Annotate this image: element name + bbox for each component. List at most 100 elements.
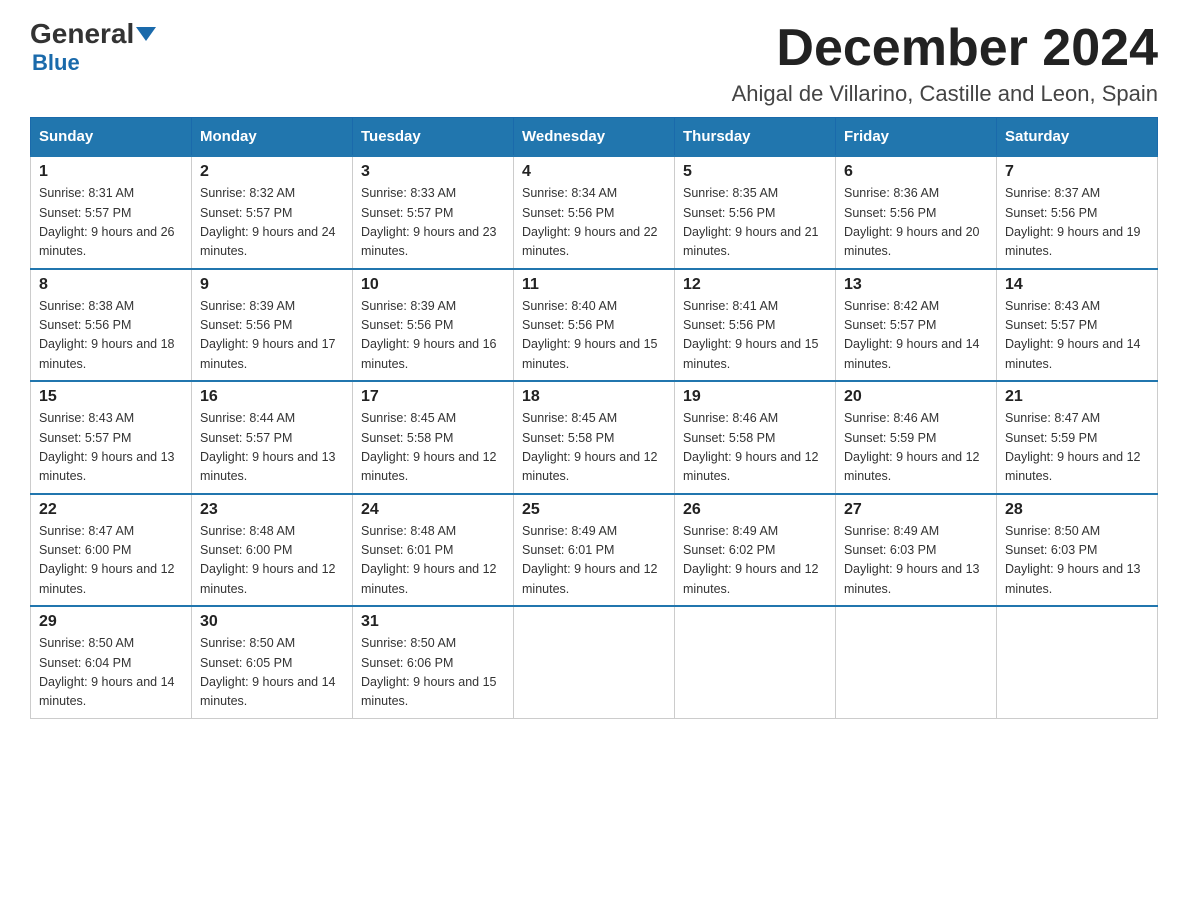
day-number: 6 xyxy=(844,163,988,181)
title-area: December 2024 Ahigal de Villarino, Casti… xyxy=(732,20,1158,107)
calendar-day-cell: 9 Sunrise: 8:39 AMSunset: 5:56 PMDaylight… xyxy=(192,269,353,382)
day-number: 2 xyxy=(200,163,344,181)
calendar-day-cell: 24Sunrise: 8:48 AMSunset: 6:01 PMDayligh… xyxy=(353,494,514,607)
weekday-header-monday: Monday xyxy=(192,118,353,157)
day-info: Sunrise: 8:50 AMSunset: 6:04 PMDaylight:… xyxy=(39,634,183,712)
day-number: 17 xyxy=(361,388,505,406)
calendar-day-cell: 8Sunrise: 8:38 AMSunset: 5:56 PMDaylight… xyxy=(31,269,192,382)
calendar-day-cell xyxy=(836,606,997,718)
day-info: Sunrise: 8:46 AMSunset: 5:58 PMDaylight:… xyxy=(683,409,827,487)
day-info: Sunrise: 8:47 AMSunset: 5:59 PMDaylight:… xyxy=(1005,409,1149,487)
day-info: Sunrise: 8:49 AMSunset: 6:02 PMDaylight:… xyxy=(683,522,827,600)
day-info: Sunrise: 8:43 AMSunset: 5:57 PMDaylight:… xyxy=(39,409,183,487)
calendar-day-cell: 4 Sunrise: 8:34 AMSunset: 5:56 PMDaylight… xyxy=(514,156,675,269)
day-number: 26 xyxy=(683,501,827,519)
calendar-day-cell: 22 Sunrise: 8:47 AMSunset: 6:00 PMDayligh… xyxy=(31,494,192,607)
day-number: 31 xyxy=(361,613,505,631)
day-info: Sunrise: 8:50 AMSunset: 6:05 PMDaylight:… xyxy=(200,634,344,712)
calendar-day-cell: 21 Sunrise: 8:47 AMSunset: 5:59 PMDayligh… xyxy=(997,381,1158,494)
calendar-week-row: 1Sunrise: 8:31 AMSunset: 5:57 PMDaylight… xyxy=(31,156,1158,269)
day-info: Sunrise: 8:44 AMSunset: 5:57 PMDaylight:… xyxy=(200,409,344,487)
day-info: Sunrise: 8:50 AMSunset: 6:06 PMDaylight:… xyxy=(361,634,505,712)
day-info: Sunrise: 8:49 AMSunset: 6:03 PMDaylight:… xyxy=(844,522,988,600)
day-info: Sunrise: 8:36 AMSunset: 5:56 PMDaylight:… xyxy=(844,184,988,262)
day-number: 11 xyxy=(522,276,666,294)
weekday-header-sunday: Sunday xyxy=(31,118,192,157)
day-number: 3 xyxy=(361,163,505,181)
calendar-day-cell: 19 Sunrise: 8:46 AMSunset: 5:58 PMDayligh… xyxy=(675,381,836,494)
day-number: 21 xyxy=(1005,388,1149,406)
calendar-week-row: 8Sunrise: 8:38 AMSunset: 5:56 PMDaylight… xyxy=(31,269,1158,382)
calendar-day-cell xyxy=(997,606,1158,718)
day-number: 22 xyxy=(39,501,183,519)
day-info: Sunrise: 8:37 AMSunset: 5:56 PMDaylight:… xyxy=(1005,184,1149,262)
logo-triangle-icon xyxy=(136,27,156,41)
calendar-table: SundayMondayTuesdayWednesdayThursdayFrid… xyxy=(30,117,1158,719)
day-info: Sunrise: 8:39 AMSunset: 5:56 PMDaylight:… xyxy=(200,297,344,375)
calendar-day-cell: 25Sunrise: 8:49 AMSunset: 6:01 PMDayligh… xyxy=(514,494,675,607)
calendar-day-cell: 7 Sunrise: 8:37 AMSunset: 5:56 PMDaylight… xyxy=(997,156,1158,269)
weekday-header-saturday: Saturday xyxy=(997,118,1158,157)
day-number: 8 xyxy=(39,276,183,294)
weekday-header-row: SundayMondayTuesdayWednesdayThursdayFrid… xyxy=(31,118,1158,157)
weekday-header-thursday: Thursday xyxy=(675,118,836,157)
calendar-day-cell: 18Sunrise: 8:45 AMSunset: 5:58 PMDayligh… xyxy=(514,381,675,494)
calendar-day-cell: 28 Sunrise: 8:50 AMSunset: 6:03 PMDayligh… xyxy=(997,494,1158,607)
day-info: Sunrise: 8:50 AMSunset: 6:03 PMDaylight:… xyxy=(1005,522,1149,600)
day-number: 12 xyxy=(683,276,827,294)
day-info: Sunrise: 8:43 AMSunset: 5:57 PMDaylight:… xyxy=(1005,297,1149,375)
weekday-header-wednesday: Wednesday xyxy=(514,118,675,157)
day-info: Sunrise: 8:45 AMSunset: 5:58 PMDaylight:… xyxy=(361,409,505,487)
day-info: Sunrise: 8:34 AMSunset: 5:56 PMDaylight:… xyxy=(522,184,666,262)
calendar-week-row: 22 Sunrise: 8:47 AMSunset: 6:00 PMDayligh… xyxy=(31,494,1158,607)
day-info: Sunrise: 8:42 AMSunset: 5:57 PMDaylight:… xyxy=(844,297,988,375)
day-info: Sunrise: 8:41 AMSunset: 5:56 PMDaylight:… xyxy=(683,297,827,375)
day-info: Sunrise: 8:33 AMSunset: 5:57 PMDaylight:… xyxy=(361,184,505,262)
day-number: 19 xyxy=(683,388,827,406)
day-number: 1 xyxy=(39,163,183,181)
calendar-week-row: 15 Sunrise: 8:43 AMSunset: 5:57 PMDayligh… xyxy=(31,381,1158,494)
logo: General Blue xyxy=(30,20,156,76)
calendar-day-cell: 26 Sunrise: 8:49 AMSunset: 6:02 PMDayligh… xyxy=(675,494,836,607)
calendar-day-cell: 15 Sunrise: 8:43 AMSunset: 5:57 PMDayligh… xyxy=(31,381,192,494)
calendar-day-cell: 3 Sunrise: 8:33 AMSunset: 5:57 PMDaylight… xyxy=(353,156,514,269)
location-title: Ahigal de Villarino, Castille and Leon, … xyxy=(732,81,1158,107)
page-header: General Blue December 2024 Ahigal de Vil… xyxy=(30,20,1158,107)
day-number: 16 xyxy=(200,388,344,406)
calendar-day-cell xyxy=(675,606,836,718)
calendar-day-cell: 12 Sunrise: 8:41 AMSunset: 5:56 PMDayligh… xyxy=(675,269,836,382)
calendar-day-cell: 2Sunrise: 8:32 AMSunset: 5:57 PMDaylight… xyxy=(192,156,353,269)
calendar-day-cell: 13Sunrise: 8:42 AMSunset: 5:57 PMDayligh… xyxy=(836,269,997,382)
day-number: 14 xyxy=(1005,276,1149,294)
day-number: 30 xyxy=(200,613,344,631)
weekday-header-tuesday: Tuesday xyxy=(353,118,514,157)
day-number: 28 xyxy=(1005,501,1149,519)
day-info: Sunrise: 8:39 AMSunset: 5:56 PMDaylight:… xyxy=(361,297,505,375)
day-info: Sunrise: 8:48 AMSunset: 6:00 PMDaylight:… xyxy=(200,522,344,600)
calendar-day-cell: 1Sunrise: 8:31 AMSunset: 5:57 PMDaylight… xyxy=(31,156,192,269)
calendar-day-cell: 17 Sunrise: 8:45 AMSunset: 5:58 PMDayligh… xyxy=(353,381,514,494)
calendar-day-cell: 20Sunrise: 8:46 AMSunset: 5:59 PMDayligh… xyxy=(836,381,997,494)
day-info: Sunrise: 8:35 AMSunset: 5:56 PMDaylight:… xyxy=(683,184,827,262)
day-number: 25 xyxy=(522,501,666,519)
day-info: Sunrise: 8:47 AMSunset: 6:00 PMDaylight:… xyxy=(39,522,183,600)
calendar-day-cell: 5 Sunrise: 8:35 AMSunset: 5:56 PMDaylight… xyxy=(675,156,836,269)
calendar-day-cell: 27Sunrise: 8:49 AMSunset: 6:03 PMDayligh… xyxy=(836,494,997,607)
calendar-day-cell: 14 Sunrise: 8:43 AMSunset: 5:57 PMDayligh… xyxy=(997,269,1158,382)
calendar-day-cell xyxy=(514,606,675,718)
day-number: 15 xyxy=(39,388,183,406)
logo-blue: Blue xyxy=(32,50,80,76)
calendar-day-cell: 29 Sunrise: 8:50 AMSunset: 6:04 PMDayligh… xyxy=(31,606,192,718)
day-number: 29 xyxy=(39,613,183,631)
day-number: 10 xyxy=(361,276,505,294)
day-number: 9 xyxy=(200,276,344,294)
day-number: 7 xyxy=(1005,163,1149,181)
day-number: 5 xyxy=(683,163,827,181)
day-number: 4 xyxy=(522,163,666,181)
calendar-day-cell: 23 Sunrise: 8:48 AMSunset: 6:00 PMDayligh… xyxy=(192,494,353,607)
calendar-day-cell: 30 Sunrise: 8:50 AMSunset: 6:05 PMDayligh… xyxy=(192,606,353,718)
calendar-day-cell: 31 Sunrise: 8:50 AMSunset: 6:06 PMDayligh… xyxy=(353,606,514,718)
weekday-header-friday: Friday xyxy=(836,118,997,157)
logo-text: General xyxy=(30,20,156,48)
day-number: 23 xyxy=(200,501,344,519)
